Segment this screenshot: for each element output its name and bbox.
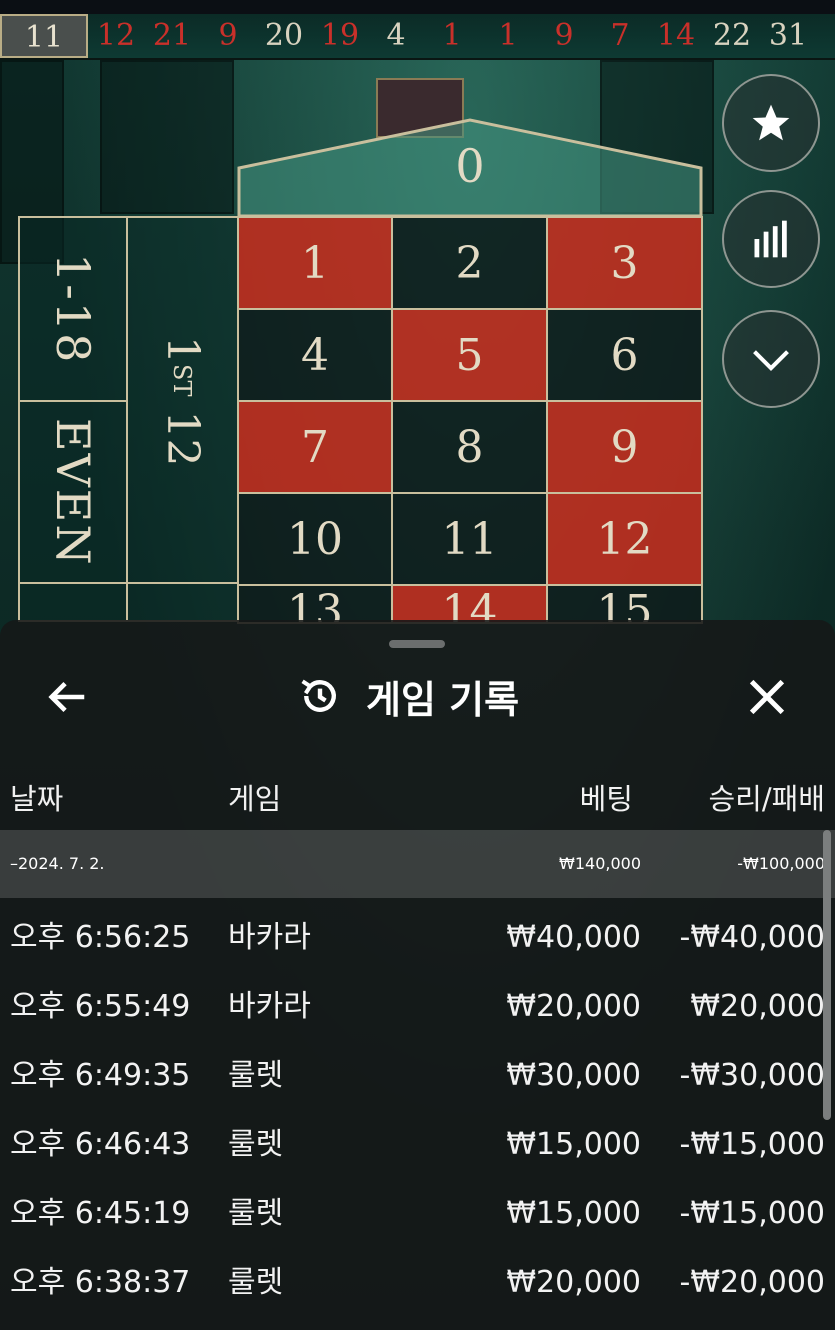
- bet-number-cell[interactable]: 12: [546, 492, 703, 586]
- bet-1st-12[interactable]: 1ST 12: [126, 216, 239, 584]
- bet-number-cell[interactable]: 3: [546, 216, 703, 310]
- bet-number-cell[interactable]: 13: [237, 584, 393, 624]
- past-result: 22: [712, 18, 752, 53]
- history-row[interactable]: 오후 6:55:49 바카라 ₩20,000 ₩20,000: [0, 973, 835, 1041]
- bet-number-cell[interactable]: 4: [237, 308, 393, 402]
- bet-2nd-12[interactable]: [126, 582, 239, 622]
- row-bet: ₩15,000: [506, 1196, 641, 1231]
- past-result: 4: [386, 18, 406, 53]
- row-time: 오후 6:49:35: [10, 1058, 191, 1093]
- dozen-twelve: 12: [157, 410, 208, 467]
- row-time: 오후 6:55:49: [10, 989, 191, 1024]
- row-time: 오후 6:45:19: [10, 1196, 191, 1231]
- bet-number-cell[interactable]: 7: [237, 400, 393, 494]
- recent-results-strip: 11 12 21 9 20 19 4 1 1 9 7 14 22 31: [0, 14, 835, 60]
- row-result: -₩15,000: [679, 1196, 825, 1231]
- bet-number-cell[interactable]: 14: [391, 584, 548, 624]
- bet-number-cell[interactable]: 2: [391, 216, 548, 310]
- sheet-title-group: 게임 기록: [298, 670, 519, 722]
- bet-number-cell[interactable]: 1: [237, 216, 393, 310]
- row-game: 바카라: [228, 920, 311, 955]
- dozen-number: 1: [157, 336, 208, 364]
- wall-panel: [100, 60, 234, 214]
- close-icon: [749, 679, 785, 715]
- past-result: 19: [320, 18, 360, 53]
- row-time: 오후 6:38:37: [10, 1265, 191, 1300]
- past-result: 9: [218, 18, 238, 53]
- row-game: 바카라: [228, 989, 311, 1024]
- sheet-title: 게임 기록: [366, 677, 520, 722]
- row-bet: ₩40,000: [506, 920, 641, 955]
- column-header-game[interactable]: 게임: [228, 776, 281, 818]
- zero-label: 0: [455, 139, 484, 193]
- chevron-down-icon: [753, 350, 789, 372]
- favorites-button[interactable]: [722, 74, 820, 172]
- history-row[interactable]: 오후 6:46:43 룰렛 ₩15,000 -₩15,000: [0, 1111, 835, 1179]
- group-date: –2024. 7. 2.: [10, 854, 105, 873]
- bet-number-cell[interactable]: 15: [546, 584, 703, 624]
- bet-number-cell[interactable]: 6: [546, 308, 703, 402]
- past-result: 7: [610, 18, 630, 53]
- row-game: 룰렛: [228, 1265, 284, 1300]
- bet-number-cell[interactable]: 8: [391, 400, 548, 494]
- bet-number-cell[interactable]: 9: [546, 400, 703, 494]
- date-group-row[interactable]: –2024. 7. 2. ₩140,000 -₩100,000: [0, 830, 835, 898]
- row-result: -₩20,000: [679, 1265, 825, 1300]
- collapse-button[interactable]: [722, 310, 820, 408]
- column-header-result[interactable]: 승리/패배: [709, 776, 826, 818]
- bet-1-18-label: 1-18: [46, 253, 100, 365]
- bet-even-label: EVEN: [46, 417, 100, 567]
- past-result: 31: [768, 18, 808, 53]
- row-time: 오후 6:46:43: [10, 1127, 191, 1162]
- scrollbar[interactable]: [823, 830, 831, 1120]
- bet-1-18[interactable]: 1-18: [18, 216, 128, 402]
- bet-red[interactable]: [18, 582, 128, 622]
- sheet-drag-handle[interactable]: [389, 640, 445, 648]
- row-game: 룰렛: [228, 1127, 284, 1162]
- row-time: 오후 6:56:25: [10, 920, 191, 955]
- latest-result: 11: [0, 14, 88, 58]
- row-result: -₩40,000: [679, 920, 825, 955]
- star-icon: [752, 104, 790, 141]
- row-bet: ₩15,000: [506, 1127, 641, 1162]
- group-bet-total: ₩140,000: [559, 854, 641, 873]
- sheet-header: 게임 기록: [0, 660, 835, 732]
- stats-bars-icon: [754, 220, 787, 258]
- row-bet: ₩30,000: [506, 1058, 641, 1093]
- row-game: 룰렛: [228, 1058, 284, 1093]
- group-result-total: -₩100,000: [737, 854, 825, 873]
- arrow-left-icon: [48, 681, 85, 713]
- row-result: -₩15,000: [679, 1127, 825, 1162]
- past-result: 20: [264, 18, 304, 53]
- row-result: -₩30,000: [679, 1058, 825, 1093]
- row-bet: ₩20,000: [506, 1265, 641, 1300]
- statistics-button[interactable]: [722, 190, 820, 288]
- dozen-suffix: ST: [168, 364, 196, 397]
- bet-number-cell[interactable]: 5: [391, 308, 548, 402]
- row-result: ₩20,000: [690, 989, 825, 1024]
- past-result: 12: [96, 18, 136, 53]
- history-row[interactable]: 오후 6:56:25 바카라 ₩40,000 -₩40,000: [0, 904, 835, 972]
- history-row[interactable]: 오후 6:38:37 룰렛 ₩20,000 -₩20,000: [0, 1249, 835, 1317]
- column-header-bet[interactable]: 베팅: [580, 776, 633, 818]
- game-history-sheet: 게임 기록 날짜 게임 베팅 승리/패배 –2024. 7. 2. ₩140,0…: [0, 620, 835, 1330]
- history-clock-icon: [301, 679, 336, 712]
- past-result: 9: [554, 18, 574, 53]
- bet-even[interactable]: EVEN: [18, 400, 128, 584]
- history-row[interactable]: 오후 6:45:19 룰렛 ₩15,000 -₩15,000: [0, 1180, 835, 1248]
- column-header-date[interactable]: 날짜: [10, 776, 63, 818]
- back-button[interactable]: [44, 674, 90, 720]
- bet-number-cell[interactable]: 11: [391, 492, 548, 586]
- past-result: 1: [498, 18, 518, 53]
- past-result: 14: [656, 18, 696, 53]
- history-row[interactable]: 오후 6:49:35 룰렛 ₩30,000 -₩30,000: [0, 1042, 835, 1110]
- past-result: 21: [152, 18, 192, 53]
- row-game: 룰렛: [228, 1196, 284, 1231]
- row-bet: ₩20,000: [506, 989, 641, 1024]
- bet-zero[interactable]: 0: [237, 118, 703, 218]
- past-result: 1: [442, 18, 462, 53]
- status-bar: [0, 0, 835, 14]
- bet-number-cell[interactable]: 10: [237, 492, 393, 586]
- close-button[interactable]: [744, 674, 790, 720]
